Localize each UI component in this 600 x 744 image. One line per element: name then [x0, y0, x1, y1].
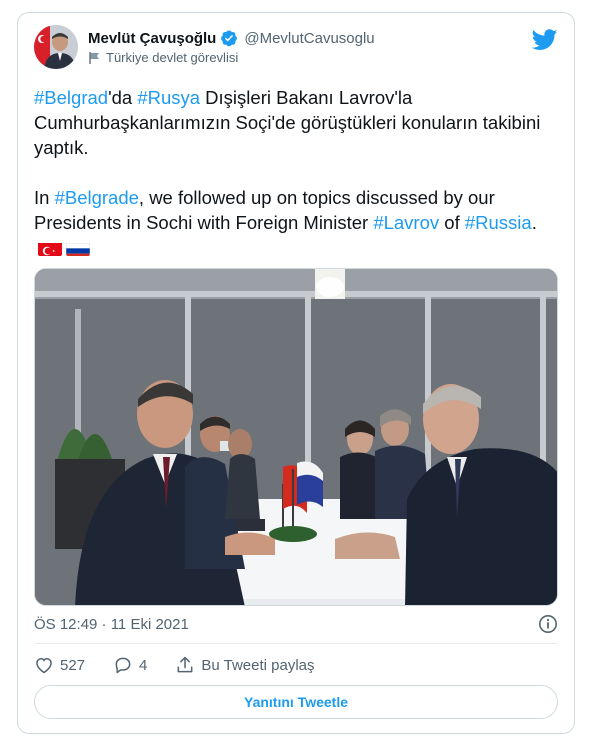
tweet-text-segment: . [531, 212, 537, 233]
tweet-header: Mevlüt Çavuşoğlu @MevlutCavusoglu Türkiy… [34, 25, 558, 73]
reply-tweet-button[interactable]: Yanıtını Tweetle [34, 685, 558, 719]
avatar[interactable] [34, 25, 78, 69]
author-handle[interactable]: @MevlutCavusoglu [244, 30, 374, 47]
tweet-body: #Belgrad'da #Rusya Dışişleri Bakanı Lavr… [34, 85, 554, 260]
share-icon [177, 656, 193, 673]
reply-icon [115, 657, 131, 674]
russia-flag-icon [66, 240, 90, 256]
hashtag-russia[interactable]: #Russia [465, 212, 532, 233]
reply-button[interactable]: 4 [113, 655, 147, 675]
hashtag-belgrad[interactable]: #Belgrad [34, 87, 108, 108]
flag-icon [88, 51, 102, 65]
share-label: Bu Tweeti paylaş [201, 656, 315, 674]
tweet-timestamp[interactable]: ÖS 12:49 · 11 Eki 2021 [34, 616, 189, 633]
tweet-text-segment: of [439, 212, 465, 233]
tweet-actions: 527 4 Bu Tweeti paylaş [34, 653, 558, 677]
tweet-card: Mevlüt Çavuşoğlu @MevlutCavusoglu Türkiy… [17, 12, 575, 734]
author-info: Mevlüt Çavuşoğlu @MevlutCavusoglu Türkiy… [88, 29, 375, 66]
tweet-text-turkish: #Belgrad'da #Rusya Dışişleri Bakanı Lavr… [34, 85, 554, 160]
turkey-flag-icon [38, 240, 62, 256]
tweet-text-segment: In [34, 187, 55, 208]
like-count: 527 [60, 656, 86, 674]
hashtag-lavrov[interactable]: #Lavrov [373, 212, 439, 233]
divider [34, 643, 558, 644]
author-display-name[interactable]: Mevlüt Çavuşoğlu [88, 30, 216, 47]
heart-icon [36, 657, 52, 674]
hashtag-belgrade[interactable]: #Belgrade [55, 187, 139, 208]
tweet-meta: ÖS 12:49 · 11 Eki 2021 [34, 613, 558, 635]
meeting-photo [35, 269, 557, 605]
reply-count: 4 [139, 656, 148, 674]
like-button[interactable]: 527 [34, 655, 85, 675]
government-label: Türkiye devlet görevlisi [106, 50, 239, 65]
hashtag-rusya[interactable]: #Rusya [137, 87, 200, 108]
tweet-photo[interactable] [34, 268, 558, 606]
verified-badge-icon [220, 29, 238, 47]
twitter-bird-icon[interactable] [531, 29, 558, 51]
tweet-text-segment: 'da [108, 87, 138, 108]
share-button[interactable]: Bu Tweeti paylaş [175, 655, 315, 675]
tweet-text-english: In #Belgrade, we followed up on topics d… [34, 185, 554, 260]
info-icon[interactable] [538, 614, 558, 634]
